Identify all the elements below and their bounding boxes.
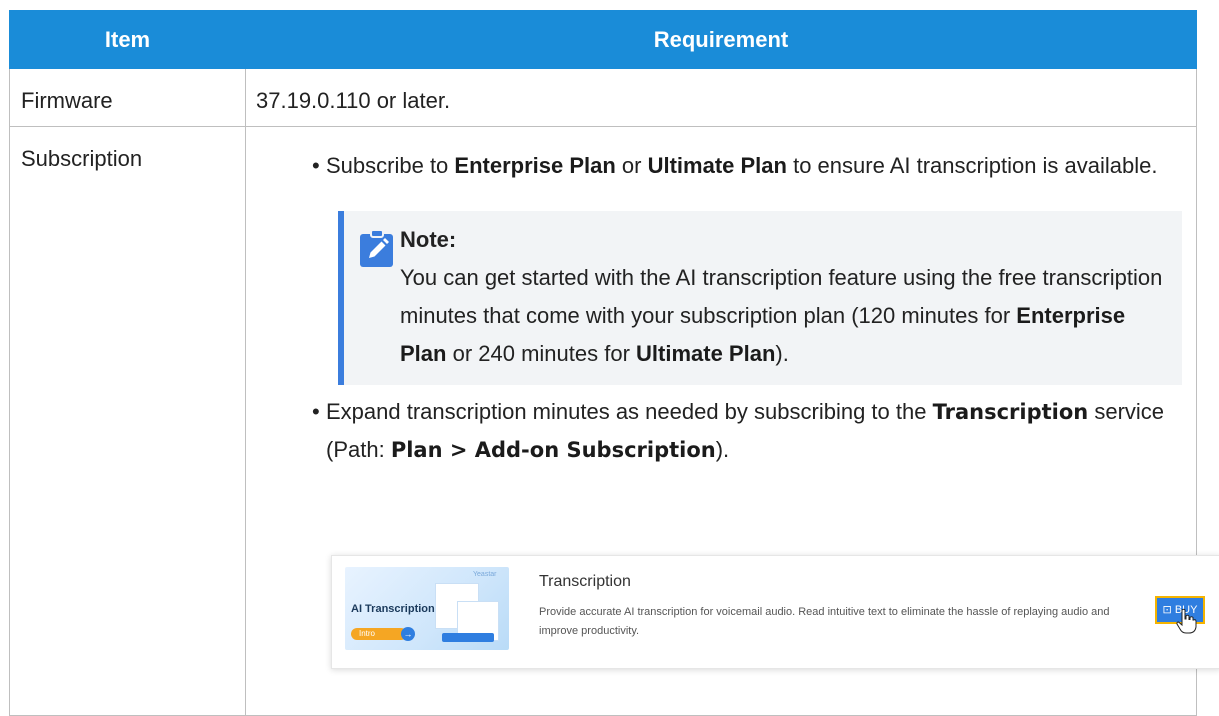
arrow-right-icon: →	[401, 627, 415, 641]
cart-icon: ⊡	[1162, 604, 1172, 616]
bullet-subscribe: • Subscribe to Enterprise Plan or Ultimat…	[312, 153, 1158, 178]
card-description: Provide accurate AI transcription for vo…	[539, 606, 1110, 637]
header-item: Item	[9, 10, 246, 69]
card-title: Transcription	[539, 573, 631, 590]
note-text: You can get started with the AI transcri…	[400, 265, 1163, 366]
transcription-thumbnail: Yeastar AI Transcription Intro →	[345, 567, 509, 650]
firmware-requirement-cell: 37.19.0.110 or later.	[245, 68, 1197, 127]
thumb-title: AI Transcription	[351, 603, 435, 615]
enterprise-plan-text: Enterprise Plan	[454, 153, 616, 178]
subscription-item-cell: Subscription	[9, 126, 246, 716]
transcription-text: Transcription	[932, 400, 1089, 424]
path-text: Plan > Add-on Subscription	[390, 438, 716, 462]
bullet-expand: • Expand transcription minutes as needed …	[312, 399, 1165, 462]
ultimate-plan-text: Ultimate Plan	[647, 153, 787, 178]
thumb-pill: Intro	[351, 628, 407, 640]
edit-note-icon	[360, 229, 393, 267]
header-requirement: Requirement	[245, 10, 1197, 69]
hand-cursor-icon	[1176, 608, 1197, 634]
firmware-label: Firmware	[21, 88, 113, 113]
table-header-row: Item Requirement	[9, 10, 1197, 69]
note-title: Note:	[400, 227, 457, 252]
firmware-item-cell: Firmware	[9, 68, 246, 127]
table-row: Firmware 37.19.0.110 or later.	[9, 68, 1197, 127]
thumb-brand: Yeastar	[473, 571, 497, 578]
note-box: Note: You can get started with the AI tr…	[338, 211, 1182, 385]
audio-bar-icon	[442, 633, 494, 642]
subscription-label: Subscription	[21, 146, 143, 171]
firmware-value: 37.19.0.110 or later.	[256, 88, 451, 113]
transcription-addon-card: Yeastar AI Transcription Intro → Transcr…	[331, 555, 1219, 669]
